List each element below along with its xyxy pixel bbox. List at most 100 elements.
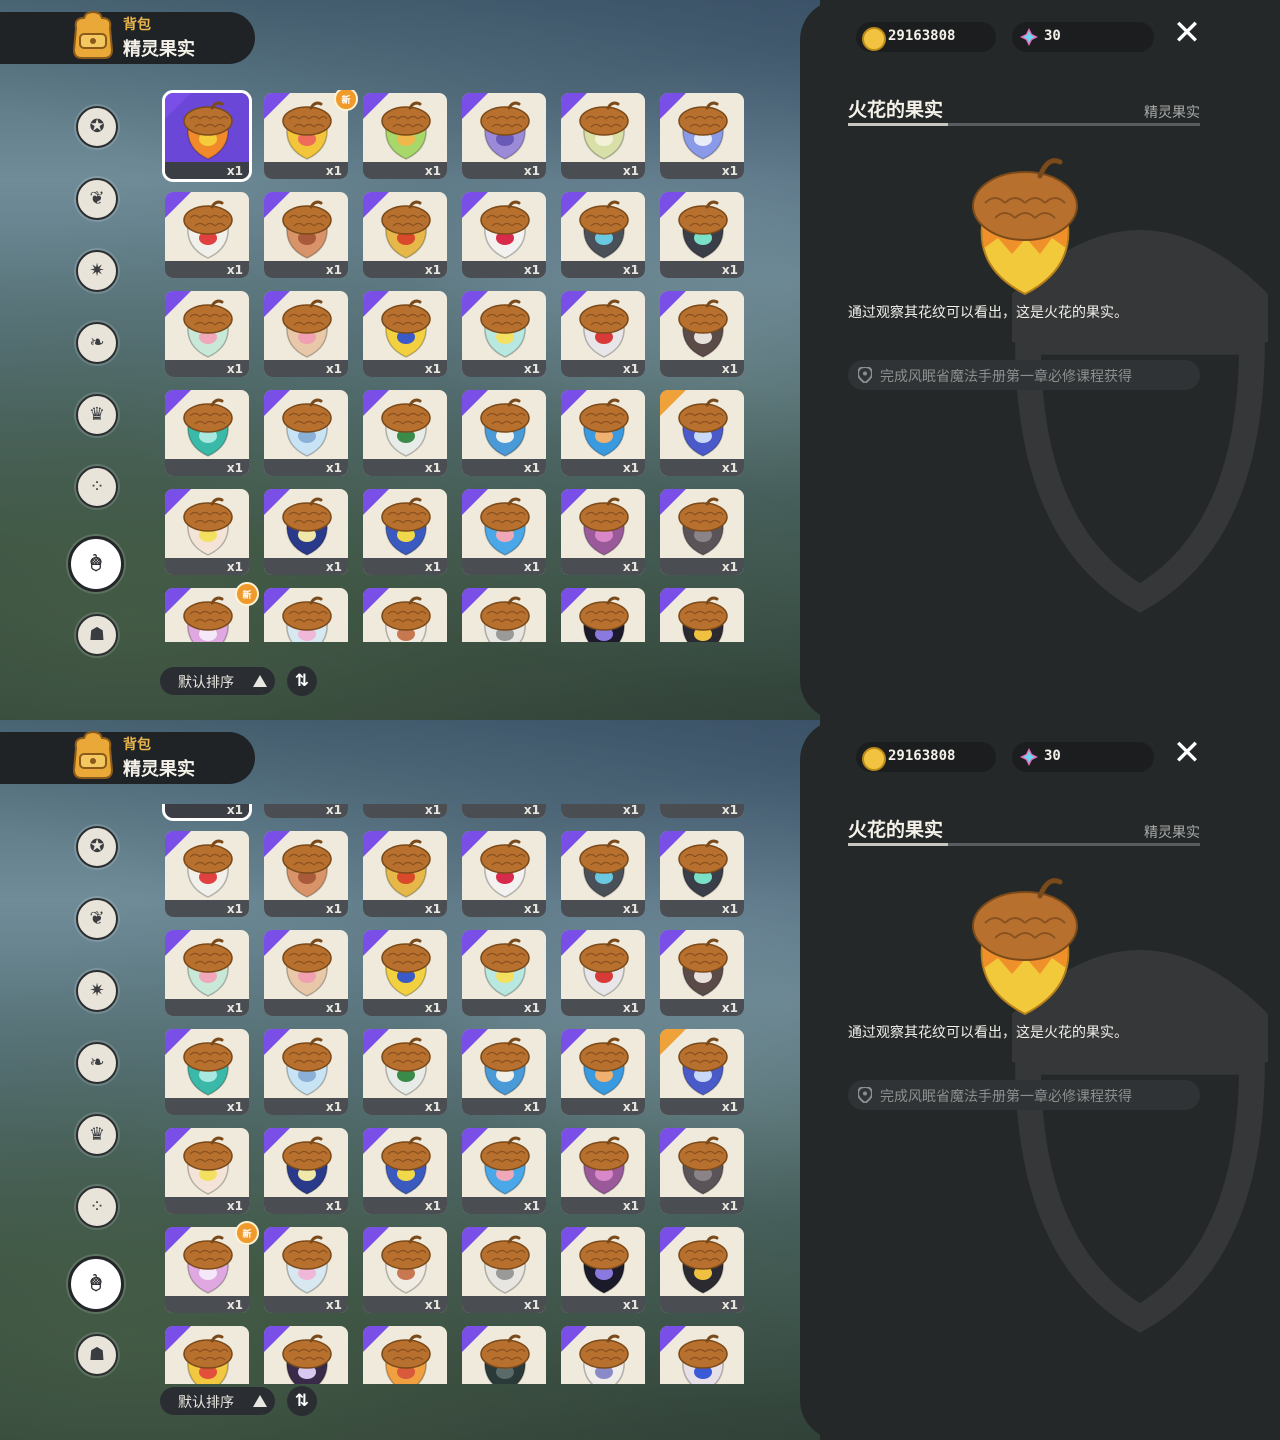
item-card[interactable]: x1 [165,831,249,917]
category-dotted-ball[interactable]: ⁘ [76,1186,118,1228]
item-card[interactable]: x1 [561,1326,645,1384]
item-card[interactable]: x1 [363,588,447,642]
item-card[interactable]: x1 [462,831,546,917]
item-card[interactable]: x1 [264,1326,348,1384]
category-crown-scroll[interactable]: ♛ [76,1114,118,1156]
item-card[interactable]: x1 [462,804,546,818]
item-card[interactable]: x1 [264,831,348,917]
item-card[interactable]: x1 [561,93,645,179]
item-card[interactable]: x1 [660,831,744,917]
item-card[interactable]: x1 [264,1227,348,1313]
sort-swap-icon[interactable]: ⇅ [287,1386,317,1416]
category-crystal-leaf[interactable]: ❧ [76,1042,118,1084]
item-card[interactable]: x1 [462,1227,546,1313]
item-card[interactable]: x1 [264,192,348,278]
item-card[interactable]: x1 [462,1029,546,1115]
close-icon[interactable]: ✕ [1170,736,1204,770]
item-card[interactable]: x1 [561,390,645,476]
item-card[interactable]: x1 [660,192,744,278]
item-card[interactable]: x1 [264,930,348,1016]
item-card[interactable]: x1 [264,1128,348,1214]
item-card[interactable]: x1 [660,930,744,1016]
item-card[interactable]: x1 [660,93,744,179]
close-icon[interactable]: ✕ [1170,16,1204,50]
item-card[interactable]: x1 [363,489,447,575]
item-card[interactable]: x1 [363,93,447,179]
item-card[interactable]: x1 [462,93,546,179]
item-card[interactable]: x1 [660,1227,744,1313]
item-card[interactable]: x1 [660,489,744,575]
item-card[interactable]: x1 [660,804,744,818]
category-star-badge[interactable]: ✪ [76,106,118,148]
item-card[interactable]: x1 [561,1029,645,1115]
item-card[interactable]: x1 [462,291,546,377]
category-sofa[interactable]: ☗ [76,1334,118,1376]
category-sofa[interactable]: ☗ [76,614,118,656]
item-card[interactable]: x1 [264,291,348,377]
item-card[interactable]: x1 [165,1029,249,1115]
item-card[interactable]: x1 [660,291,744,377]
item-card[interactable]: x1 [462,1326,546,1384]
item-card[interactable]: x1 [162,90,252,182]
item-card[interactable]: x1 [462,930,546,1016]
item-card[interactable]: x1 [162,804,252,821]
item-card[interactable]: x1 [165,390,249,476]
item-card[interactable]: x1 [561,489,645,575]
sort-dropdown[interactable]: 默认排序 [160,667,275,695]
item-card[interactable]: x1 [363,804,447,818]
item-card[interactable]: x1 [264,489,348,575]
category-acorn-active[interactable]: 🌰︎ [68,536,124,592]
item-card[interactable]: x1 [660,1029,744,1115]
item-card[interactable]: x1 [363,1326,447,1384]
sort-dropdown[interactable]: 默认排序 [160,1387,275,1415]
item-card[interactable]: x1 [363,192,447,278]
item-card[interactable]: x1 [462,192,546,278]
item-card[interactable]: x1 [165,489,249,575]
item-card[interactable]: x1 [363,930,447,1016]
item-card[interactable]: x1 [165,291,249,377]
item-card[interactable]: x1 [561,588,645,642]
item-card[interactable]: x1 [561,831,645,917]
category-sparkle[interactable]: ✷ [76,250,118,292]
category-sparkle[interactable]: ✷ [76,970,118,1012]
item-quantity: x1 [424,902,441,916]
item-card[interactable]: x1 [264,588,348,642]
item-card[interactable]: x1 [561,1128,645,1214]
item-card[interactable]: x1 [165,930,249,1016]
item-card[interactable]: x1 [363,390,447,476]
category-leaf[interactable]: ❦ [76,178,118,220]
item-card[interactable]: x1 [561,291,645,377]
category-crystal-leaf[interactable]: ❧ [76,322,118,364]
item-card[interactable]: x1 [660,390,744,476]
item-card[interactable]: x1 [363,1128,447,1214]
acorn-fruit-icon [480,299,530,358]
category-acorn-active[interactable]: 🌰︎ [68,1256,124,1312]
item-card[interactable]: x1 [363,831,447,917]
item-card[interactable]: x1 [561,192,645,278]
item-card[interactable]: x1 [363,1029,447,1115]
item-card[interactable]: x1 [165,1128,249,1214]
item-card[interactable]: x1 [363,1227,447,1313]
sort-swap-icon[interactable]: ⇅ [287,666,317,696]
item-card[interactable]: x1 [462,390,546,476]
item-card[interactable]: x1 [462,1128,546,1214]
item-card[interactable]: x1 [264,1029,348,1115]
category-star-badge[interactable]: ✪ [76,826,118,868]
item-footer: x1 [561,162,645,179]
item-card[interactable]: x1 [264,390,348,476]
category-leaf[interactable]: ❦ [76,898,118,940]
item-card[interactable]: x1 [363,291,447,377]
category-crown-scroll[interactable]: ♛ [76,394,118,436]
item-card[interactable]: x1 [462,489,546,575]
item-card[interactable]: x1 [660,1326,744,1384]
item-card[interactable]: x1 [264,804,348,818]
item-card[interactable]: x1 [660,1128,744,1214]
item-card[interactable]: x1 [165,1326,249,1384]
item-card[interactable]: x1 [165,192,249,278]
item-card[interactable]: x1 [561,930,645,1016]
item-card[interactable]: x1 [561,804,645,818]
category-dotted-ball[interactable]: ⁘ [76,466,118,508]
item-card[interactable]: x1 [660,588,744,642]
item-card[interactable]: x1 [561,1227,645,1313]
item-card[interactable]: x1 [462,588,546,642]
